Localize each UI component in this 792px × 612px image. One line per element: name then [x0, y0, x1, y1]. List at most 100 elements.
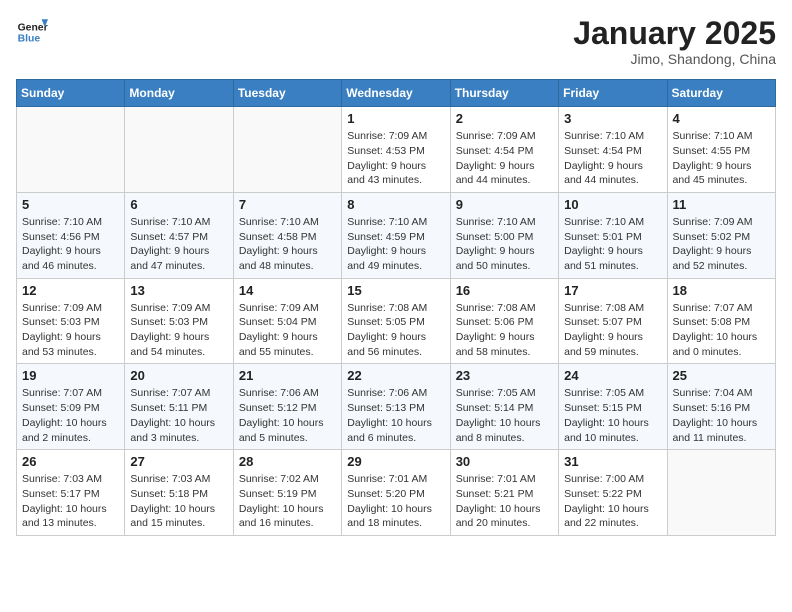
month-title: January 2025 — [573, 16, 776, 51]
day-number: 10 — [564, 197, 661, 212]
calendar-cell — [125, 107, 233, 193]
calendar-body: 1Sunrise: 7:09 AM Sunset: 4:53 PM Daylig… — [17, 107, 776, 536]
calendar-cell: 24 Sunrise: 7:05 AM Sunset: 5:15 PM Dayli… — [559, 364, 667, 450]
calendar-cell: 18 Sunrise: 7:07 AM Sunset: 5:08 PM Dayli… — [667, 278, 775, 364]
calendar-cell: 11Sunrise: 7:09 AM Sunset: 5:02 PM Dayli… — [667, 192, 775, 278]
calendar-cell: 21Sunrise: 7:06 AM Sunset: 5:12 PM Dayli… — [233, 364, 341, 450]
day-number: 3 — [564, 111, 661, 126]
day-number: 30 — [456, 454, 553, 469]
calendar-cell: 6Sunrise: 7:10 AM Sunset: 4:57 PM Daylig… — [125, 192, 233, 278]
day-number: 31 — [564, 454, 661, 469]
day-number: 11 — [673, 197, 770, 212]
page-header: General Blue General Blue January 2025 J… — [16, 16, 776, 67]
calendar-cell: 8 Sunrise: 7:10 AM Sunset: 4:59 PM Daylig… — [342, 192, 450, 278]
day-number: 5 — [22, 197, 119, 212]
day-number: 20 — [130, 368, 227, 383]
day-info: Sunrise: 7:10 AM Sunset: 4:56 PM Dayligh… — [22, 215, 119, 274]
calendar-cell: 25 Sunrise: 7:04 AM Sunset: 5:16 PM Dayli… — [667, 364, 775, 450]
day-number: 14 — [239, 283, 336, 298]
week-row-1: 1Sunrise: 7:09 AM Sunset: 4:53 PM Daylig… — [17, 107, 776, 193]
day-info: Sunrise: 7:08 AM Sunset: 5:05 PM Dayligh… — [347, 301, 444, 360]
week-row-5: 26Sunrise: 7:03 AM Sunset: 5:17 PM Dayli… — [17, 450, 776, 536]
day-info: Sunrise: 7:04 AM Sunset: 5:16 PM Dayligh… — [673, 386, 770, 445]
logo: General Blue General Blue — [16, 16, 48, 48]
day-number: 12 — [22, 283, 119, 298]
calendar-cell: 5 Sunrise: 7:10 AM Sunset: 4:56 PM Daylig… — [17, 192, 125, 278]
week-row-4: 19 Sunrise: 7:07 AM Sunset: 5:09 PM Dayli… — [17, 364, 776, 450]
weekday-tuesday: Tuesday — [233, 80, 341, 107]
calendar-cell: 23 Sunrise: 7:05 AM Sunset: 5:14 PM Dayli… — [450, 364, 558, 450]
calendar-cell — [667, 450, 775, 536]
calendar-cell: 20Sunrise: 7:07 AM Sunset: 5:11 PM Dayli… — [125, 364, 233, 450]
calendar-header: SundayMondayTuesdayWednesdayThursdayFrid… — [17, 80, 776, 107]
day-number: 4 — [673, 111, 770, 126]
calendar-cell: 30Sunrise: 7:01 AM Sunset: 5:21 PM Dayli… — [450, 450, 558, 536]
day-info: Sunrise: 7:06 AM Sunset: 5:13 PM Dayligh… — [347, 386, 444, 445]
logo-icon: General Blue — [16, 16, 48, 48]
day-number: 8 — [347, 197, 444, 212]
day-info: Sunrise: 7:02 AM Sunset: 5:19 PM Dayligh… — [239, 472, 336, 531]
weekday-friday: Friday — [559, 80, 667, 107]
day-info: Sunrise: 7:10 AM Sunset: 4:58 PM Dayligh… — [239, 215, 336, 274]
calendar-cell: 10 Sunrise: 7:10 AM Sunset: 5:01 PM Dayli… — [559, 192, 667, 278]
day-number: 19 — [22, 368, 119, 383]
calendar-cell: 12 Sunrise: 7:09 AM Sunset: 5:03 PM Dayli… — [17, 278, 125, 364]
day-number: 28 — [239, 454, 336, 469]
calendar-cell: 17 Sunrise: 7:08 AM Sunset: 5:07 PM Dayli… — [559, 278, 667, 364]
day-number: 9 — [456, 197, 553, 212]
day-number: 27 — [130, 454, 227, 469]
day-number: 24 — [564, 368, 661, 383]
day-info: Sunrise: 7:07 AM Sunset: 5:08 PM Dayligh… — [673, 301, 770, 360]
day-info: Sunrise: 7:00 AM Sunset: 5:22 PM Dayligh… — [564, 472, 661, 531]
day-info: Sunrise: 7:08 AM Sunset: 5:07 PM Dayligh… — [564, 301, 661, 360]
calendar-cell: 9 Sunrise: 7:10 AM Sunset: 5:00 PM Daylig… — [450, 192, 558, 278]
calendar-cell: 7 Sunrise: 7:10 AM Sunset: 4:58 PM Daylig… — [233, 192, 341, 278]
location: Jimo, Shandong, China — [573, 51, 776, 67]
day-info: Sunrise: 7:10 AM Sunset: 4:54 PM Dayligh… — [564, 129, 661, 188]
calendar-cell: 19 Sunrise: 7:07 AM Sunset: 5:09 PM Dayli… — [17, 364, 125, 450]
weekday-header-row: SundayMondayTuesdayWednesdayThursdayFrid… — [17, 80, 776, 107]
calendar-cell: 4 Sunrise: 7:10 AM Sunset: 4:55 PM Daylig… — [667, 107, 775, 193]
calendar-cell: 26Sunrise: 7:03 AM Sunset: 5:17 PM Dayli… — [17, 450, 125, 536]
calendar-cell: 3 Sunrise: 7:10 AM Sunset: 4:54 PM Daylig… — [559, 107, 667, 193]
title-block: January 2025 Jimo, Shandong, China — [573, 16, 776, 67]
day-info: Sunrise: 7:09 AM Sunset: 4:54 PM Dayligh… — [456, 129, 553, 188]
day-info: Sunrise: 7:10 AM Sunset: 4:59 PM Dayligh… — [347, 215, 444, 274]
day-info: Sunrise: 7:01 AM Sunset: 5:20 PM Dayligh… — [347, 472, 444, 531]
day-number: 23 — [456, 368, 553, 383]
weekday-sunday: Sunday — [17, 80, 125, 107]
calendar-cell: 14Sunrise: 7:09 AM Sunset: 5:04 PM Dayli… — [233, 278, 341, 364]
day-number: 16 — [456, 283, 553, 298]
day-info: Sunrise: 7:09 AM Sunset: 5:03 PM Dayligh… — [22, 301, 119, 360]
day-info: Sunrise: 7:03 AM Sunset: 5:18 PM Dayligh… — [130, 472, 227, 531]
day-info: Sunrise: 7:09 AM Sunset: 5:03 PM Dayligh… — [130, 301, 227, 360]
day-number: 29 — [347, 454, 444, 469]
day-info: Sunrise: 7:10 AM Sunset: 5:00 PM Dayligh… — [456, 215, 553, 274]
day-info: Sunrise: 7:10 AM Sunset: 5:01 PM Dayligh… — [564, 215, 661, 274]
day-number: 17 — [564, 283, 661, 298]
day-number: 26 — [22, 454, 119, 469]
calendar-cell: 31 Sunrise: 7:00 AM Sunset: 5:22 PM Dayli… — [559, 450, 667, 536]
weekday-thursday: Thursday — [450, 80, 558, 107]
day-info: Sunrise: 7:07 AM Sunset: 5:09 PM Dayligh… — [22, 386, 119, 445]
calendar-cell: 15Sunrise: 7:08 AM Sunset: 5:05 PM Dayli… — [342, 278, 450, 364]
day-number: 18 — [673, 283, 770, 298]
calendar-cell: 28 Sunrise: 7:02 AM Sunset: 5:19 PM Dayli… — [233, 450, 341, 536]
day-number: 25 — [673, 368, 770, 383]
calendar-cell: 1Sunrise: 7:09 AM Sunset: 4:53 PM Daylig… — [342, 107, 450, 193]
day-number: 6 — [130, 197, 227, 212]
week-row-2: 5 Sunrise: 7:10 AM Sunset: 4:56 PM Daylig… — [17, 192, 776, 278]
calendar-cell: 2Sunrise: 7:09 AM Sunset: 4:54 PM Daylig… — [450, 107, 558, 193]
calendar-cell: 22 Sunrise: 7:06 AM Sunset: 5:13 PM Dayli… — [342, 364, 450, 450]
day-info: Sunrise: 7:05 AM Sunset: 5:15 PM Dayligh… — [564, 386, 661, 445]
day-info: Sunrise: 7:08 AM Sunset: 5:06 PM Dayligh… — [456, 301, 553, 360]
day-number: 13 — [130, 283, 227, 298]
day-number: 7 — [239, 197, 336, 212]
day-info: Sunrise: 7:05 AM Sunset: 5:14 PM Dayligh… — [456, 386, 553, 445]
calendar-cell: 29 Sunrise: 7:01 AM Sunset: 5:20 PM Dayli… — [342, 450, 450, 536]
calendar-cell — [233, 107, 341, 193]
calendar-cell — [17, 107, 125, 193]
day-info: Sunrise: 7:10 AM Sunset: 4:55 PM Dayligh… — [673, 129, 770, 188]
day-number: 22 — [347, 368, 444, 383]
calendar-cell: 27 Sunrise: 7:03 AM Sunset: 5:18 PM Dayli… — [125, 450, 233, 536]
